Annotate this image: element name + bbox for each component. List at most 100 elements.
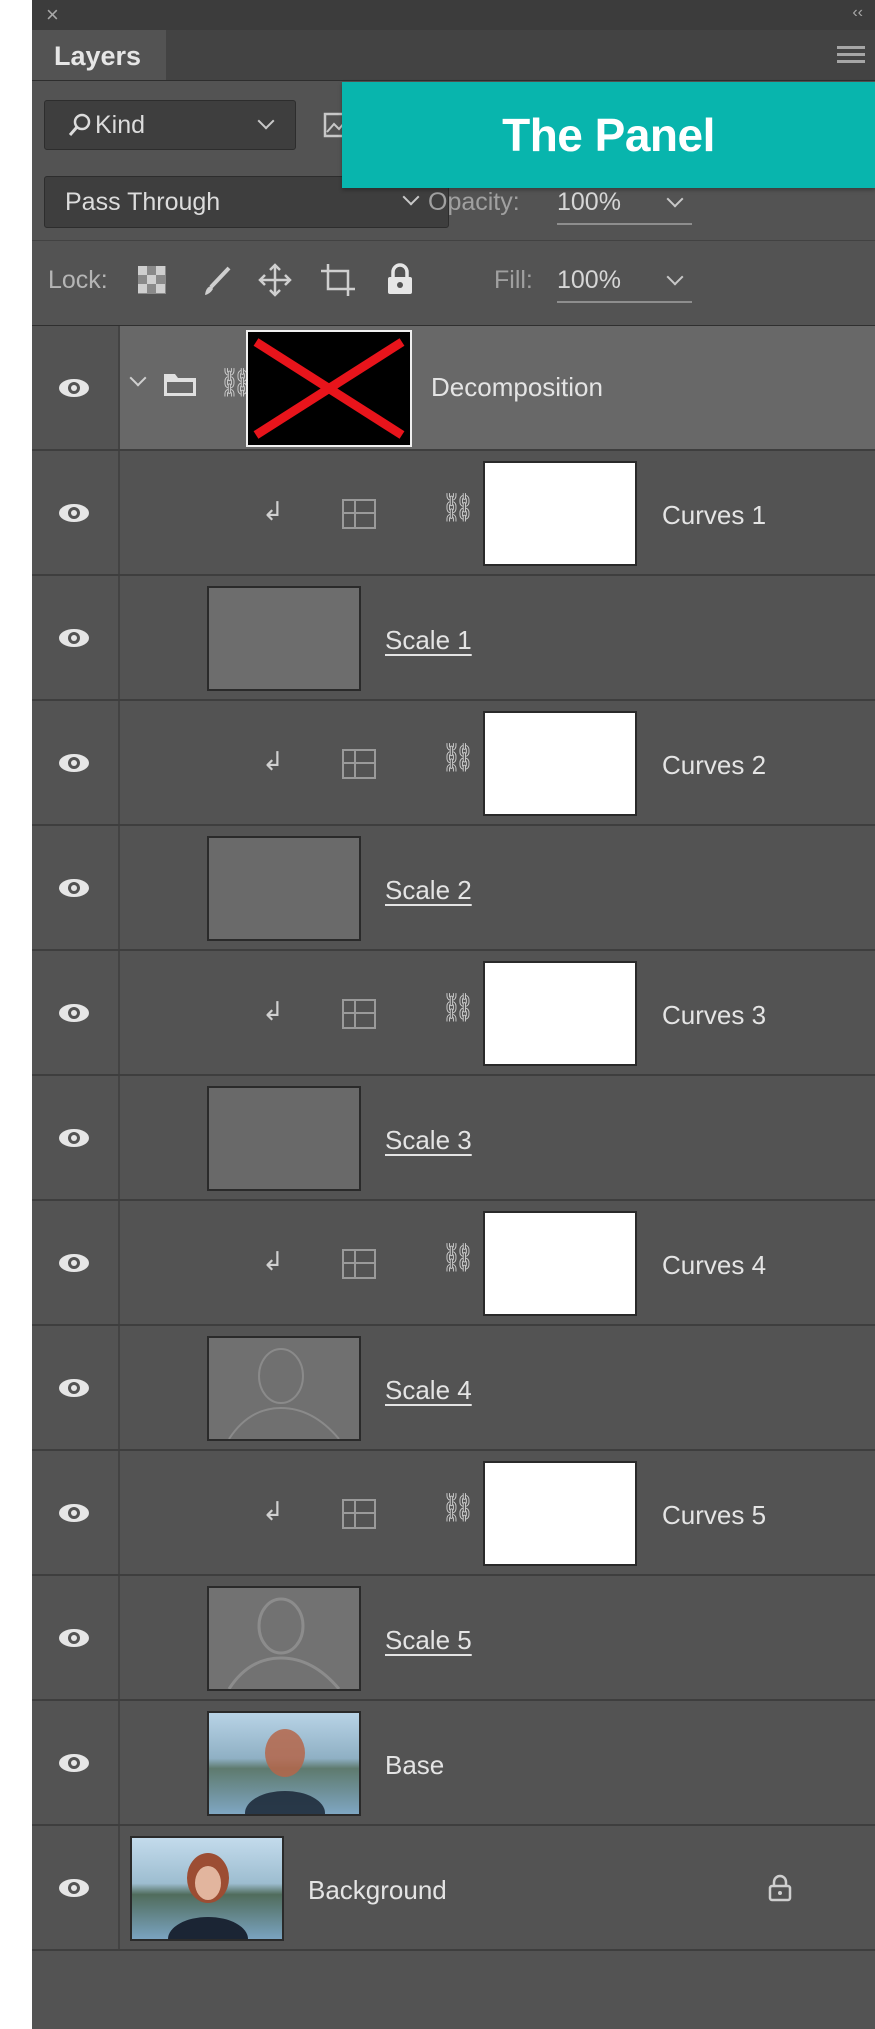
layer-thumbnail[interactable] xyxy=(130,1836,284,1941)
visibility-toggle[interactable] xyxy=(32,326,120,449)
layer-name[interactable]: Decomposition xyxy=(431,372,603,403)
layer-name[interactable]: Scale 1 xyxy=(385,625,472,656)
mask-link-icon[interactable]: ⛓ xyxy=(440,491,476,524)
layer-mask-thumbnail[interactable] xyxy=(483,961,637,1066)
collapse-icon[interactable]: ‹‹ xyxy=(852,0,863,26)
layers-panel: × ‹‹ Layers Kind Pass Through Opacity: 1… xyxy=(32,0,875,2029)
mask-link-icon[interactable]: ⛓ xyxy=(440,1241,476,1274)
curves-adjustment-icon[interactable] xyxy=(342,749,376,779)
eye-icon xyxy=(59,1254,89,1272)
layer-row-base[interactable]: Base xyxy=(32,1701,875,1826)
filter-kind-select[interactable]: Kind xyxy=(44,100,296,150)
eye-icon xyxy=(59,504,89,522)
layer-name[interactable]: Curves 5 xyxy=(662,1500,766,1531)
layer-thumbnail[interactable] xyxy=(207,836,361,941)
layer-mask-thumbnail[interactable] xyxy=(483,711,637,816)
layer-name[interactable]: Scale 3 xyxy=(385,1125,472,1156)
curves-adjustment-icon[interactable] xyxy=(342,1249,376,1279)
layer-name[interactable]: Curves 2 xyxy=(662,750,766,781)
filter-kind-label: Kind xyxy=(95,111,146,139)
eye-icon xyxy=(59,1754,89,1772)
chevron-down-icon xyxy=(402,188,420,206)
layer-name[interactable]: Curves 1 xyxy=(662,500,766,531)
visibility-toggle[interactable] xyxy=(32,826,120,949)
visibility-toggle[interactable] xyxy=(32,451,120,574)
layer-thumbnail[interactable] xyxy=(207,1711,361,1816)
layer-mask-thumbnail[interactable] xyxy=(483,1211,637,1316)
group-mask-thumbnail[interactable] xyxy=(246,330,412,447)
eye-icon xyxy=(59,1629,89,1647)
lock-image-pixels-icon[interactable] xyxy=(202,265,232,297)
layer-name[interactable]: Background xyxy=(308,1875,447,1906)
visibility-toggle[interactable] xyxy=(32,1326,120,1449)
fill-label: Fill: xyxy=(494,266,533,294)
visibility-toggle[interactable] xyxy=(32,1826,120,1949)
eye-icon xyxy=(59,754,89,772)
layer-thumbnail[interactable] xyxy=(207,1336,361,1441)
visibility-toggle[interactable] xyxy=(32,1076,120,1199)
layer-row-scale[interactable]: Scale 4 xyxy=(32,1326,875,1451)
eye-icon xyxy=(59,379,89,397)
lock-all-icon[interactable] xyxy=(386,263,414,295)
lock-position-icon[interactable] xyxy=(258,263,292,297)
layer-thumbnail[interactable] xyxy=(207,1086,361,1191)
panel-menu-icon[interactable] xyxy=(837,46,865,64)
lock-transparent-pixels-icon[interactable] xyxy=(137,265,167,295)
clipping-arrow-icon: ↲ xyxy=(262,1496,284,1526)
layer-row-scale[interactable]: Scale 5 xyxy=(32,1576,875,1701)
layer-name[interactable]: Scale 4 xyxy=(385,1375,472,1406)
close-icon[interactable]: × xyxy=(46,0,59,30)
opacity-label: Opacity: xyxy=(428,188,520,216)
layer-row-curves[interactable]: ↲ ⛓ Curves 3 xyxy=(32,951,875,1076)
clipping-arrow-icon: ↲ xyxy=(262,1246,284,1276)
mask-link-icon[interactable]: ⛓ xyxy=(440,1491,476,1524)
eye-icon xyxy=(59,1004,89,1022)
eye-icon xyxy=(59,1879,89,1897)
layers-list: ⛓ Decomposition ↲ ⛓ Curves 1 Scale 1 ↲ ⛓… xyxy=(32,326,875,1951)
lock-artboard-icon[interactable] xyxy=(320,263,356,297)
visibility-toggle[interactable] xyxy=(32,701,120,824)
visibility-toggle[interactable] xyxy=(32,951,120,1074)
layer-name[interactable]: Scale 5 xyxy=(385,1625,472,1656)
the-panel-banner: The Panel xyxy=(342,82,875,188)
eye-icon xyxy=(59,1379,89,1397)
visibility-toggle[interactable] xyxy=(32,1201,120,1324)
tab-layers[interactable]: Layers xyxy=(32,30,166,80)
layer-name[interactable]: Base xyxy=(385,1750,444,1781)
layer-mask-thumbnail[interactable] xyxy=(483,1461,637,1566)
layer-row-scale[interactable]: Scale 2 xyxy=(32,826,875,951)
blend-mode-value: Pass Through xyxy=(65,188,221,216)
layer-name[interactable]: Curves 4 xyxy=(662,1250,766,1281)
layer-row-group[interactable]: ⛓ Decomposition xyxy=(32,326,875,451)
group-expand-chevron-icon[interactable] xyxy=(129,369,147,387)
layer-row-background[interactable]: Background xyxy=(32,1826,875,1951)
visibility-toggle[interactable] xyxy=(32,576,120,699)
clipping-arrow-icon: ↲ xyxy=(262,746,284,776)
layer-name[interactable]: Scale 2 xyxy=(385,875,472,906)
layer-row-curves[interactable]: ↲ ⛓ Curves 4 xyxy=(32,1201,875,1326)
panel-titlebar: × ‹‹ xyxy=(32,0,875,30)
mask-link-icon[interactable]: ⛓ xyxy=(440,991,476,1024)
layer-name[interactable]: Curves 3 xyxy=(662,1000,766,1031)
clipping-arrow-icon: ↲ xyxy=(262,496,284,526)
visibility-toggle[interactable] xyxy=(32,1576,120,1699)
lock-label: Lock: xyxy=(48,266,108,294)
layer-row-scale[interactable]: Scale 3 xyxy=(32,1076,875,1201)
layer-thumbnail[interactable] xyxy=(207,1586,361,1691)
clipping-arrow-icon: ↲ xyxy=(262,996,284,1026)
curves-adjustment-icon[interactable] xyxy=(342,499,376,529)
curves-adjustment-icon[interactable] xyxy=(342,999,376,1029)
layer-row-curves[interactable]: ↲ ⛓ Curves 2 xyxy=(32,701,875,826)
layer-row-curves[interactable]: ↲ ⛓ Curves 1 xyxy=(32,451,875,576)
curves-adjustment-icon[interactable] xyxy=(342,1499,376,1529)
layer-row-curves[interactable]: ↲ ⛓ Curves 5 xyxy=(32,1451,875,1576)
eye-icon xyxy=(59,629,89,647)
visibility-toggle[interactable] xyxy=(32,1451,120,1574)
layer-thumbnail[interactable] xyxy=(207,586,361,691)
visibility-toggle[interactable] xyxy=(32,1701,120,1824)
layer-mask-thumbnail[interactable] xyxy=(483,461,637,566)
tab-row: Layers xyxy=(32,30,875,81)
mask-link-icon[interactable]: ⛓ xyxy=(440,741,476,774)
lock-icon[interactable] xyxy=(768,1874,792,1902)
layer-row-scale[interactable]: Scale 1 xyxy=(32,576,875,701)
